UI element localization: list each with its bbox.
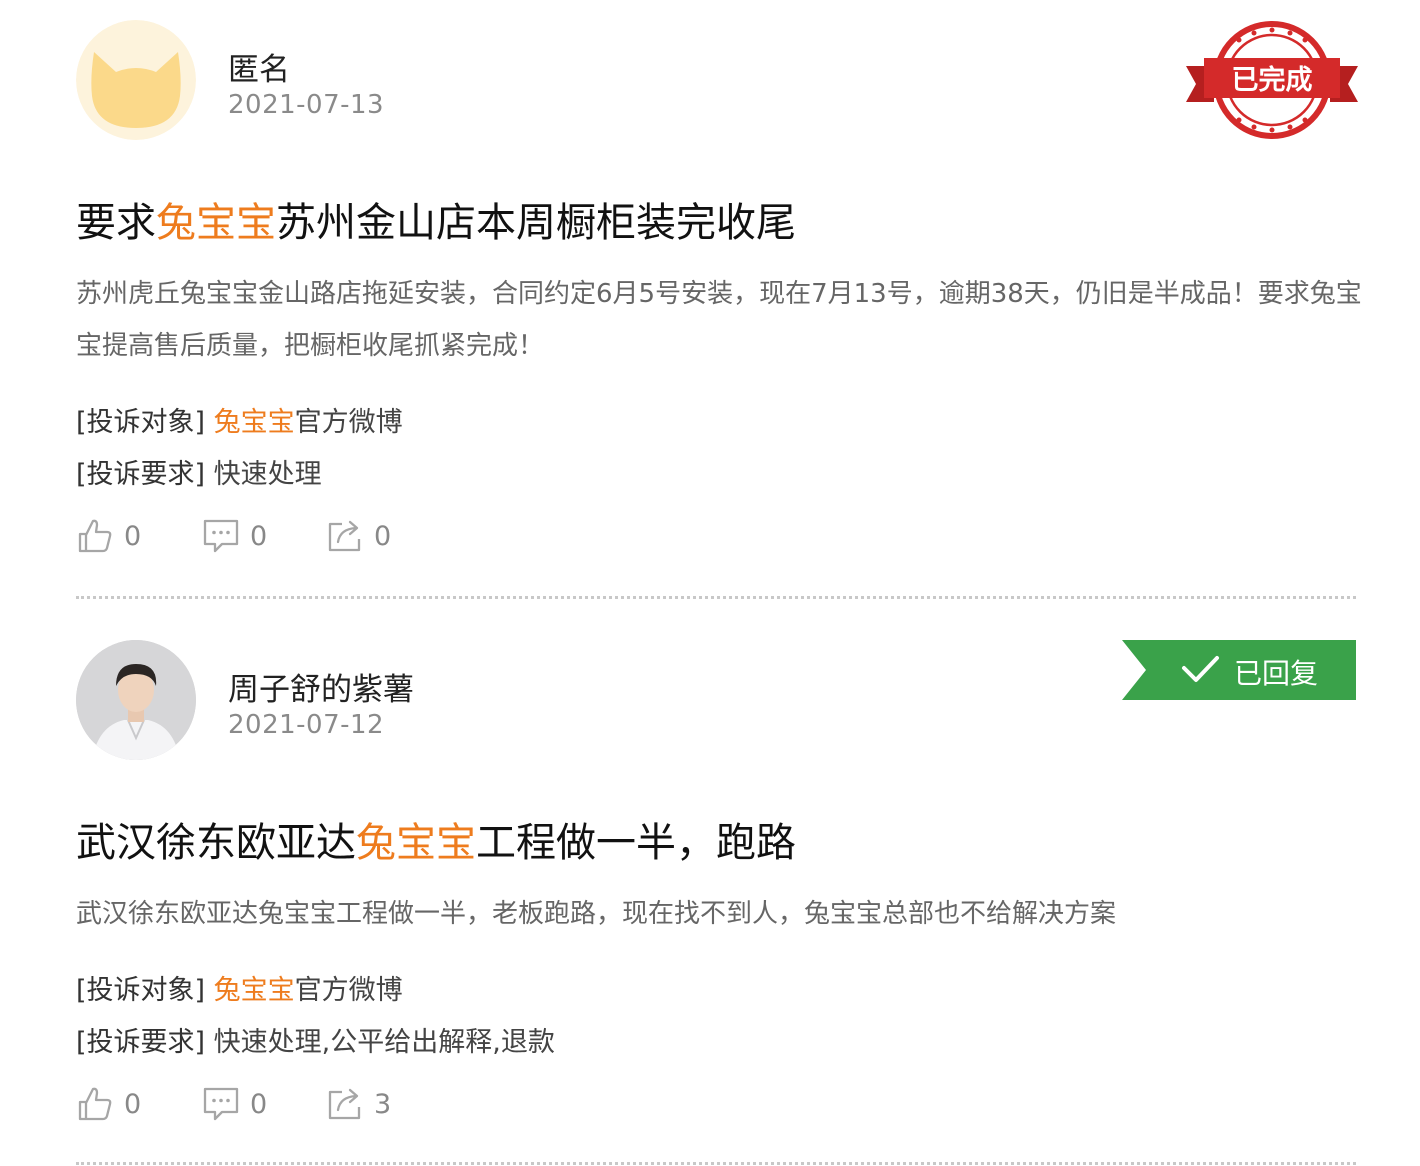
comment-count: 0: [250, 1088, 268, 1120]
like-button[interactable]: 0: [76, 516, 141, 556]
title-brand: 兔宝宝: [356, 820, 476, 866]
completed-stamp: 已完成: [1184, 18, 1360, 142]
share-button[interactable]: 0: [326, 516, 391, 556]
share-count: 3: [374, 1088, 392, 1120]
thumbs-up-icon: [78, 519, 112, 553]
target-rest: 官方微博: [294, 975, 403, 1006]
share-icon: [328, 1088, 361, 1120]
comment-button[interactable]: 0: [202, 1084, 267, 1124]
title-text: 苏州金山店本周橱柜装完收尾: [276, 200, 796, 246]
share-count: 0: [374, 520, 392, 552]
divider: [76, 596, 1356, 599]
title-text: 要求: [76, 200, 156, 246]
complaint-target: [投诉对象] 兔宝宝官方微博: [76, 400, 403, 439]
title-brand: 兔宝宝: [156, 200, 276, 246]
target-brand[interactable]: 兔宝宝: [214, 407, 295, 438]
action-bar: 0 0 0: [76, 516, 476, 556]
user-name[interactable]: 匿名: [228, 44, 290, 89]
complaint-demand: [投诉要求] 快速处理,公平给出解释,退款: [76, 1020, 555, 1059]
anonymous-cat-avatar: [76, 20, 196, 140]
thumbs-up-icon: [78, 1087, 112, 1121]
like-count: 0: [124, 1088, 142, 1120]
demand-value: 快速处理,公平给出解释,退款: [213, 1027, 555, 1058]
action-bar: 0 0 3: [76, 1084, 476, 1124]
title-text: 工程做一半，跑路: [476, 820, 796, 866]
complaint-card[interactable]: 匿名 2021-07-13 已完成 要求兔宝宝苏州金山店本周橱柜装完收尾 苏州虎…: [76, 0, 1362, 598]
demand-label: [投诉要求]: [76, 459, 206, 490]
demand-value: 快速处理: [213, 459, 322, 490]
target-rest: 官方微博: [294, 407, 403, 438]
post-title[interactable]: 要求兔宝宝苏州金山店本周橱柜装完收尾: [76, 190, 796, 248]
like-count: 0: [124, 520, 142, 552]
post-body: 苏州虎丘兔宝宝金山路店拖延安装，合同约定6月5号安装，现在7月13号，逾期38天…: [76, 279, 1362, 361]
target-brand[interactable]: 兔宝宝: [214, 975, 295, 1006]
comment-button[interactable]: 0: [202, 516, 267, 556]
user-name[interactable]: 周子舒的紫薯: [228, 664, 414, 709]
replied-badge: 已回复: [1122, 640, 1356, 700]
divider: [76, 1162, 1356, 1165]
complaint-demand: [投诉要求] 快速处理: [76, 452, 322, 491]
target-label: [投诉对象]: [76, 975, 206, 1006]
complaint-target: [投诉对象] 兔宝宝官方微博: [76, 968, 403, 1007]
post-body: 武汉徐东欧亚达兔宝宝工程做一半，老板跑路，现在找不到人，兔宝宝总部也不给解决方案: [76, 899, 1117, 929]
comment-icon: [203, 519, 239, 553]
user-photo-avatar[interactable]: [76, 640, 196, 760]
share-button[interactable]: 3: [326, 1084, 391, 1124]
target-label: [投诉对象]: [76, 407, 206, 438]
like-button[interactable]: 0: [76, 1084, 141, 1124]
post-date: 2021-07-12: [228, 710, 385, 740]
post-date: 2021-07-13: [228, 90, 385, 120]
demand-label: [投诉要求]: [76, 1027, 206, 1058]
completed-stamp-text: 已完成: [1232, 64, 1313, 96]
post-title[interactable]: 武汉徐东欧亚达兔宝宝工程做一半，跑路: [76, 810, 796, 868]
comment-icon: [203, 1087, 239, 1121]
title-text: 武汉徐东欧亚达: [76, 820, 356, 866]
comment-count: 0: [250, 520, 268, 552]
share-icon: [328, 520, 361, 552]
complaint-card[interactable]: 周子舒的紫薯 2021-07-12 已回复 武汉徐东欧亚达兔宝宝工程做一半，跑路…: [76, 600, 1356, 1166]
replied-badge-text: 已回复: [1234, 657, 1319, 690]
